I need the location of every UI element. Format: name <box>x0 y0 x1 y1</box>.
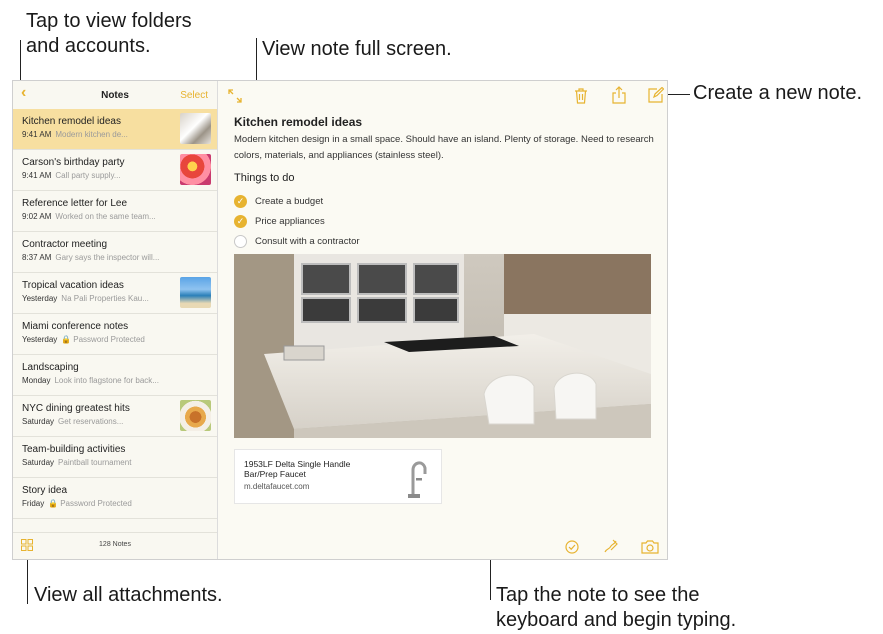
note-thumbnail <box>180 400 211 431</box>
note-time: Monday <box>22 376 51 385</box>
checklist-item: Consult with a contractor <box>234 231 360 251</box>
callout-folders: Tap to view folders and accounts. <box>26 10 192 57</box>
note-count: 128 Notes <box>99 541 131 548</box>
notes-app-window: ‹ Notes Select Kitchen remodel ideas 9:4… <box>12 80 668 560</box>
note-list-item[interactable]: Landscaping Monday Look into flagstone fo… <box>13 355 217 396</box>
faucet-image <box>397 456 433 500</box>
checklist-item: ✓ Create a budget <box>234 191 360 211</box>
lock-icon: 🔒 <box>61 335 72 344</box>
note-list-item[interactable]: Tropical vacation ideas Yesterday Na Pali… <box>13 273 217 314</box>
checklist: ✓ Create a budget ✓ Price appliances Con… <box>234 191 360 251</box>
expand-icon[interactable] <box>228 89 242 103</box>
note-list-item[interactable]: NYC dining greatest hits Saturday Get res… <box>13 396 217 437</box>
link-preview-card[interactable]: 1953LF Delta Single Handle Bar/Prep Fauc… <box>234 449 442 504</box>
note-time: Yesterday <box>22 294 58 303</box>
note-time: Saturday <box>22 458 55 467</box>
trash-icon[interactable] <box>574 88 588 104</box>
note-title: Landscaping <box>22 362 79 373</box>
note-meta: 9:41 AM Call party supply... <box>22 171 177 180</box>
note-time: Saturday <box>22 417 55 426</box>
sidebar-footer: 128 Notes <box>13 532 217 559</box>
note-preview: Worked on the same team... <box>55 212 156 221</box>
note-meta: Friday 🔒 Password Protected <box>22 499 177 508</box>
checklist-item: ✓ Price appliances <box>234 211 360 231</box>
callout-new-note: Create a new note. <box>693 82 862 104</box>
note-preview: Paintball tournament <box>58 458 132 467</box>
note-time: 9:41 AM <box>22 171 52 180</box>
note-thumbnail <box>180 113 211 144</box>
note-meta: 9:41 AM Modern kitchen de... <box>22 130 177 139</box>
camera-icon[interactable] <box>641 540 659 554</box>
note-meta: Yesterday Na Pali Properties Kau... <box>22 294 177 303</box>
note-time: Friday <box>22 499 45 508</box>
compose-icon[interactable] <box>648 87 664 103</box>
note-time: 9:02 AM <box>22 212 52 221</box>
checkbox-checked-icon[interactable]: ✓ <box>234 194 247 208</box>
note-preview: Modern kitchen de... <box>55 130 128 139</box>
note-thumbnail <box>180 277 211 308</box>
link-title: 1953LF Delta Single Handle Bar/Prep Fauc… <box>244 459 351 479</box>
note-title: Story idea <box>22 485 68 496</box>
checklist-label: Price appliances <box>255 215 325 227</box>
share-icon[interactable] <box>612 86 626 104</box>
note-meta: Saturday Paintball tournament <box>22 458 177 467</box>
callout-folders-line <box>20 40 21 80</box>
note-list-item[interactable]: Reference letter for Lee 9:02 AM Worked o… <box>13 191 217 232</box>
note-body-text: Modern kitchen design in a small space. … <box>234 134 654 161</box>
things-to-do-heading: Things to do <box>234 172 295 184</box>
note-time: 8:37 AM <box>22 253 52 262</box>
note-list-item[interactable]: Team-building activities Saturday Paintba… <box>13 437 217 478</box>
note-preview: Password Protected <box>73 335 145 344</box>
note-list-item[interactable]: Story idea Friday 🔒 Password Protected <box>13 478 217 519</box>
note-title-heading: Kitchen remodel ideas <box>234 115 363 129</box>
note-list-item[interactable]: Contractor meeting 8:37 AM Gary says the … <box>13 232 217 273</box>
kitchen-photo[interactable] <box>234 254 651 438</box>
note-list-item[interactable]: Kitchen remodel ideas 9:41 AM Modern kitc… <box>13 109 217 150</box>
sketch-icon[interactable] <box>603 539 618 554</box>
note-title: Miami conference notes <box>22 321 129 332</box>
callout-full-screen: View note full screen. <box>262 38 452 60</box>
note-preview: Password Protected <box>60 499 132 508</box>
note-meta: Saturday Get reservations... <box>22 417 177 426</box>
note-meta: 8:37 AM Gary says the inspector will... <box>22 253 177 262</box>
checklist-label: Create a budget <box>255 195 324 207</box>
note-editor[interactable]: Kitchen remodel ideas Modern kitchen des… <box>218 81 667 559</box>
checklist-icon[interactable] <box>565 540 579 554</box>
note-preview: Na Pali Properties Kau... <box>61 294 149 303</box>
note-meta: 9:02 AM Worked on the same team... <box>22 212 177 221</box>
note-preview: Gary says the inspector will... <box>55 253 160 262</box>
note-meta: Yesterday 🔒 Password Protected <box>22 335 177 344</box>
note-list-item[interactable]: Carson's birthday party 9:41 AM Call part… <box>13 150 217 191</box>
note-list-item[interactable]: Miami conference notes Yesterday 🔒 Passwor… <box>13 314 217 355</box>
note-list: Kitchen remodel ideas 9:41 AM Modern kitc… <box>13 109 217 519</box>
callout-typing: Tap the note to see the keyboard and beg… <box>496 584 737 631</box>
note-time: Yesterday <box>22 335 58 344</box>
select-button[interactable]: Select <box>180 90 208 101</box>
checkbox-unchecked-icon[interactable] <box>234 234 247 248</box>
sidebar-header: ‹ Notes Select <box>13 81 217 109</box>
lock-icon: 🔒 <box>48 499 59 508</box>
note-time: 9:41 AM <box>22 130 52 139</box>
note-preview: Get reservations... <box>58 417 124 426</box>
notes-sidebar: ‹ Notes Select Kitchen remodel ideas 9:4… <box>13 81 218 559</box>
note-thumbnail <box>180 154 211 185</box>
callout-attachments: View all attachments. <box>34 584 223 606</box>
link-url: m.deltafaucet.com <box>244 482 310 491</box>
note-title: Team-building activities <box>22 444 126 455</box>
checklist-label: Consult with a contractor <box>255 235 360 247</box>
note-meta: Monday Look into flagstone for back... <box>22 376 177 385</box>
checkbox-checked-icon[interactable]: ✓ <box>234 214 247 228</box>
note-title: Reference letter for Lee <box>22 198 128 209</box>
note-preview: Look into flagstone for back... <box>54 376 159 385</box>
note-title: Contractor meeting <box>22 239 108 250</box>
note-preview: Call party supply... <box>55 171 121 180</box>
